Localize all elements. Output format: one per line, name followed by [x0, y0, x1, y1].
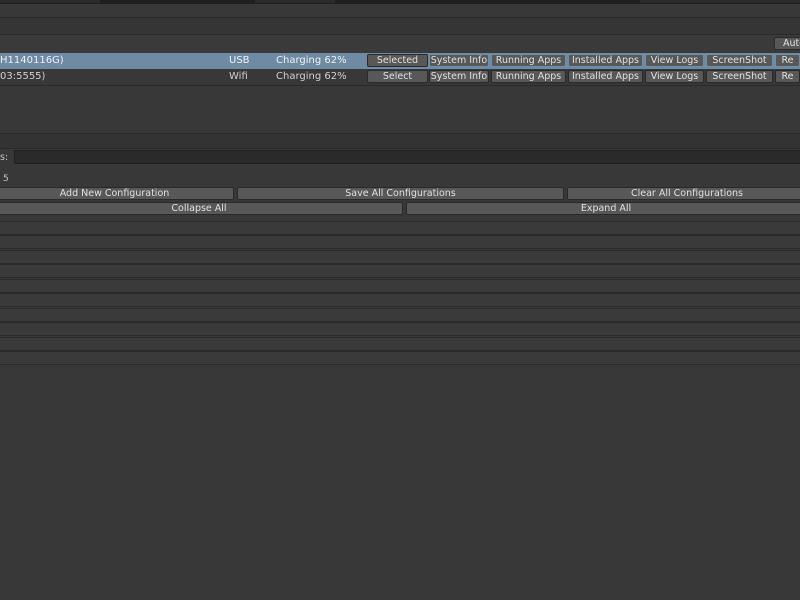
configuration-row[interactable] [0, 264, 800, 278]
installed-apps-button[interactable]: Installed Apps [568, 70, 643, 83]
divider [0, 85, 800, 86]
add-configuration-button[interactable]: Add New Configuration [0, 187, 234, 200]
configuration-row[interactable] [0, 250, 800, 264]
system-info-button[interactable]: System Info [429, 70, 489, 83]
running-apps-button[interactable]: Running Apps [491, 54, 566, 67]
re-button[interactable]: Re [775, 54, 800, 67]
configuration-row[interactable] [0, 221, 800, 235]
auto-button[interactable]: Auto [774, 37, 800, 50]
clear-configurations-button[interactable]: Clear All Configurations [567, 187, 800, 200]
device-toolbar: Auto [0, 35, 800, 52]
panel-header [0, 17, 800, 35]
view-logs-button[interactable]: View Logs [645, 70, 704, 83]
field-label: s: [0, 152, 9, 163]
view-logs-button[interactable]: View Logs [645, 54, 704, 67]
configuration-row[interactable] [0, 308, 800, 322]
top-bar-segment [640, 0, 800, 3]
device-row[interactable]: 03:5555) Wifi Charging 62% Select System… [0, 69, 800, 85]
configuration-row[interactable] [0, 351, 800, 365]
config-path-input[interactable] [14, 150, 800, 164]
top-bar-segment [0, 0, 100, 3]
config-header [0, 133, 800, 149]
battery-status: Charging 62% [276, 71, 347, 82]
top-bar [0, 0, 800, 4]
connection-type: USB [229, 55, 250, 66]
select-device-button[interactable]: Selected [367, 54, 428, 67]
screenshot-button[interactable]: ScreenShot [706, 54, 773, 67]
expand-all-button[interactable]: Expand All [406, 202, 800, 215]
connection-type: Wifi [229, 71, 248, 82]
device-name: H1140116G) [0, 55, 64, 66]
configuration-row[interactable] [0, 322, 800, 336]
top-bar-segment [255, 0, 335, 3]
re-button[interactable]: Re [775, 70, 800, 83]
config-count: 5 [3, 174, 9, 184]
device-row[interactable]: H1140116G) USB Charging 62% Selected Sys… [0, 53, 800, 69]
screenshot-button[interactable]: ScreenShot [706, 70, 773, 83]
save-configurations-button[interactable]: Save All Configurations [237, 187, 564, 200]
running-apps-button[interactable]: Running Apps [491, 70, 566, 83]
configuration-row[interactable] [0, 279, 800, 293]
collapse-all-button[interactable]: Collapse All [0, 202, 403, 215]
installed-apps-button[interactable]: Installed Apps [568, 54, 643, 67]
configuration-row[interactable] [0, 293, 800, 307]
configuration-row[interactable] [0, 337, 800, 351]
battery-status: Charging 62% [276, 55, 347, 66]
configuration-row[interactable] [0, 235, 800, 249]
select-device-button[interactable]: Select [367, 70, 428, 83]
system-info-button[interactable]: System Info [429, 54, 489, 67]
device-name: 03:5555) [0, 71, 46, 82]
